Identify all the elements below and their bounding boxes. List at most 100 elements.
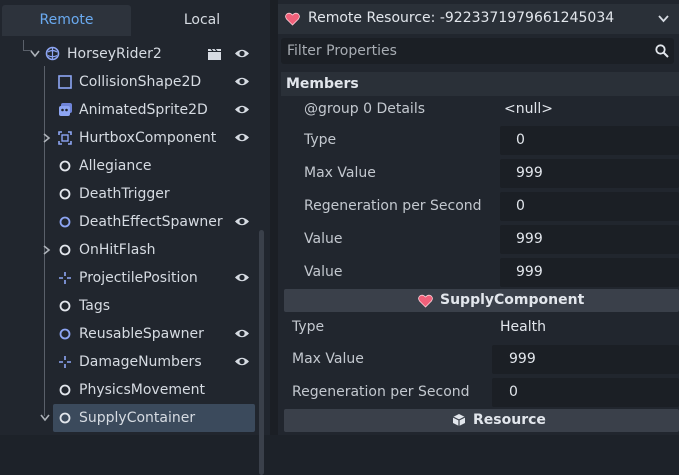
visibility-eye-icon[interactable] <box>234 271 250 284</box>
visibility-eye-icon[interactable] <box>234 75 250 88</box>
property-label: Max Value <box>304 165 376 181</box>
tree-row-onhitflash[interactable]: OnHitFlash <box>0 236 260 264</box>
property-label: Regeneration per Second <box>292 384 470 400</box>
tree-node-label: Tags <box>79 298 110 314</box>
section-title: Resource <box>473 412 546 428</box>
members-label: Members <box>286 76 359 92</box>
property-row: Type 0 <box>278 124 679 157</box>
visibility-eye-icon[interactable] <box>234 131 250 144</box>
tree-row-tags[interactable]: Tags <box>0 292 260 320</box>
inspector-panel: Remote Resource: -9223371979661245034 Me… <box>278 0 679 435</box>
visibility-eye-icon[interactable] <box>234 215 250 228</box>
chevron-down-icon[interactable] <box>658 15 669 23</box>
tab-remote[interactable]: Remote <box>2 5 131 36</box>
node-2d-icon <box>45 46 60 61</box>
tree-node-label: PhysicsMovement <box>79 382 205 398</box>
node-icon <box>59 412 71 424</box>
tree-node-label: HurtboxComponent <box>79 130 217 146</box>
tree-node-label: DamageNumbers <box>79 354 202 370</box>
tree-node-label: OnHitFlash <box>79 242 156 258</box>
tree-node-label: AnimatedSprite2D <box>79 102 208 118</box>
tree-tabs: Remote Local <box>0 0 270 40</box>
visibility-eye-icon[interactable] <box>234 47 250 60</box>
property-row: Max Value 999 <box>278 343 679 376</box>
heart-icon <box>285 12 300 26</box>
property-label: @group 0 Details <box>304 101 426 117</box>
resource-title: Remote Resource: -9223371979661245034 <box>308 10 615 26</box>
property-value[interactable]: 0 <box>500 192 679 221</box>
chevron-right-icon[interactable] <box>43 245 51 255</box>
filter-properties-field[interactable] <box>281 38 674 64</box>
tree-node-label: CollisionShape2D <box>79 74 202 90</box>
tree-row-collisionshape2d[interactable]: CollisionShape2D <box>0 68 260 96</box>
supplycomponent-section[interactable]: SupplyComponent <box>284 289 679 312</box>
property-label: Max Value <box>292 351 364 367</box>
property-row: Regeneration per Second 0 <box>278 190 679 223</box>
tree-row-allegiance[interactable]: Allegiance <box>0 152 260 180</box>
animated-sprite-icon <box>59 103 72 116</box>
visibility-eye-icon[interactable] <box>234 355 250 368</box>
scene-tree: HorseyRider2 CollisionShape2D AnimatedSp… <box>0 40 270 475</box>
property-row: Type Health <box>278 311 679 344</box>
node-blue-icon <box>59 328 71 340</box>
tree-row-horseyrider2[interactable]: HorseyRider2 <box>0 40 260 68</box>
node-blue-icon <box>59 216 71 228</box>
tree-node-label: DeathTrigger <box>79 186 170 202</box>
tree-node-label: Allegiance <box>79 158 152 174</box>
tree-row-deathtrigger[interactable]: DeathTrigger <box>0 180 260 208</box>
visibility-eye-icon[interactable] <box>234 103 250 116</box>
collision-shape-icon <box>58 75 72 89</box>
cube-icon <box>452 414 466 426</box>
property-value[interactable]: 999 <box>492 345 679 374</box>
tree-row-deatheffectspawner[interactable]: DeathEffectSpawner <box>0 208 260 236</box>
tree-row-reusablespawner[interactable]: ReusableSpawner <box>0 320 260 348</box>
tree-row-projectileposition[interactable]: ProjectilePosition <box>0 264 260 292</box>
tree-row-damagenumbers[interactable]: DamageNumbers <box>0 348 260 376</box>
property-label: Type <box>304 132 337 148</box>
property-value[interactable]: 999 <box>500 159 679 188</box>
property-value[interactable]: Health <box>490 313 679 342</box>
tree-node-label: ReusableSpawner <box>79 326 204 342</box>
node-icon <box>59 160 71 172</box>
property-value[interactable]: 0 <box>500 126 679 155</box>
tree-row-supplycontainer[interactable]: SupplyContainer <box>0 404 260 432</box>
property-label: Value <box>304 231 343 247</box>
property-label: Value <box>304 264 343 280</box>
property-row: Value 999 <box>278 256 679 289</box>
tree-row-animatedsprite2d[interactable]: AnimatedSprite2D <box>0 96 260 124</box>
node-icon <box>59 384 71 396</box>
property-row: @group 0 Details <null> <box>278 93 679 126</box>
panel-splitter[interactable] <box>270 0 278 435</box>
marker-2d-icon <box>59 356 71 368</box>
tree-row-physicsmovement[interactable]: PhysicsMovement <box>0 376 260 404</box>
search-icon[interactable] <box>655 44 669 58</box>
area-2d-icon <box>58 131 72 145</box>
section-title: SupplyComponent <box>440 292 585 308</box>
tree-scrollbar[interactable] <box>259 230 264 475</box>
chevron-down-icon[interactable] <box>40 414 50 422</box>
property-row: Value 999 <box>278 223 679 256</box>
property-value[interactable]: 0 <box>492 378 679 407</box>
tree-node-label: ProjectilePosition <box>79 270 198 286</box>
tree-row-hurtboxcomponent[interactable]: HurtboxComponent <box>0 124 260 152</box>
node-icon <box>59 244 71 256</box>
visibility-eye-icon[interactable] <box>234 327 250 340</box>
chevron-right-icon[interactable] <box>43 133 51 143</box>
tab-local[interactable]: Local <box>134 5 270 36</box>
resource-section[interactable]: Resource <box>284 409 679 432</box>
heart-icon <box>418 294 433 308</box>
tree-node-label: HorseyRider2 <box>67 46 162 62</box>
property-row: Max Value 999 <box>278 157 679 190</box>
property-value[interactable]: <null> <box>498 95 679 124</box>
property-value[interactable]: 999 <box>500 258 679 287</box>
chevron-down-icon[interactable] <box>30 50 40 58</box>
property-label: Type <box>292 319 325 335</box>
tree-node-label: DeathEffectSpawner <box>79 214 223 230</box>
clapperboard-icon[interactable] <box>207 47 222 61</box>
remote-scene-tree-panel: Remote Local HorseyRider2 CollisionShape… <box>0 0 270 475</box>
resource-header[interactable]: Remote Resource: -9223371979661245034 <box>278 4 679 34</box>
marker-2d-icon <box>59 272 71 284</box>
property-value[interactable]: 999 <box>500 225 679 254</box>
node-icon <box>59 188 71 200</box>
filter-properties-input[interactable] <box>281 38 641 64</box>
